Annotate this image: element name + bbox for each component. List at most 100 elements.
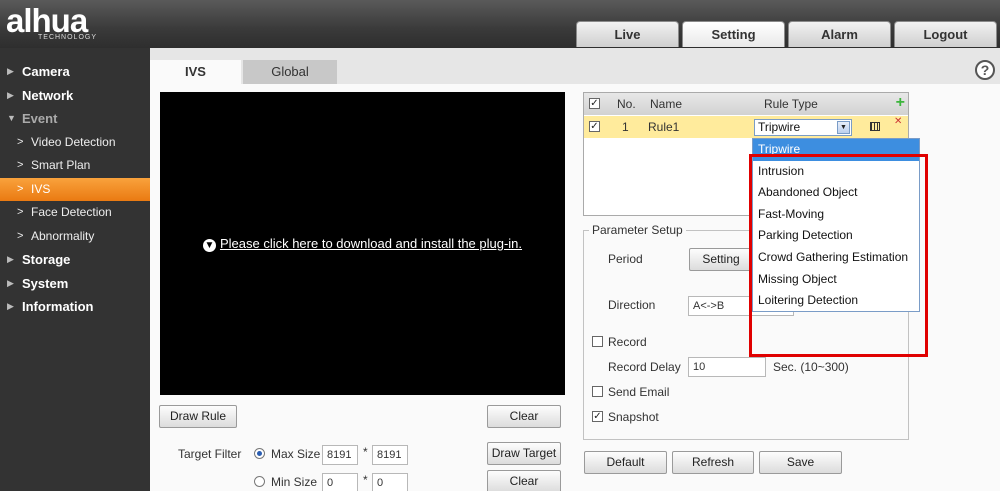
chevron-right-icon: > [17, 206, 24, 218]
min-size-label: Min Size [271, 475, 318, 489]
option-intrusion[interactable]: Intrusion [753, 161, 919, 183]
record-delay-unit: Sec. (10~300) [773, 360, 849, 374]
min-width-input[interactable]: 0 [322, 473, 358, 491]
sidebar-item-label: Face Detection [31, 205, 112, 219]
table-row[interactable]: ✓ 1 Rule1 Tripwire ▼ ✕ [584, 116, 908, 138]
main-content: IVS Global Setup ? ▼Please click here to… [150, 48, 1000, 491]
max-height-input[interactable]: 8191 [372, 445, 408, 465]
record-delay-label: Record Delay [608, 360, 681, 374]
rule-type-dropdown: Tripwire Intrusion Abandoned Object Fast… [752, 138, 920, 312]
tab-ivs[interactable]: IVS [150, 60, 241, 84]
refresh-button[interactable]: Refresh [672, 451, 754, 474]
max-size-radio[interactable] [254, 448, 265, 459]
draw-rule-button[interactable]: Draw Rule [159, 405, 237, 428]
send-email-checkbox[interactable] [592, 386, 603, 397]
sidebar-item-label: Smart Plan [31, 158, 91, 172]
add-rule-icon[interactable]: + [896, 95, 905, 111]
draw-target-button[interactable]: Draw Target [487, 442, 561, 465]
sidebar-item-system[interactable]: ▶ System [0, 272, 150, 296]
chevron-down-icon[interactable]: ▼ [837, 121, 850, 134]
parameter-setup-legend: Parameter Setup [589, 223, 686, 237]
caret-right-icon: ▶ [7, 277, 14, 288]
sidebar-item-information[interactable]: ▶ Information [0, 295, 150, 319]
caret-right-icon: ▶ [7, 301, 14, 311]
caret-down-icon: ▼ [7, 113, 16, 123]
col-name: Name [650, 97, 683, 111]
row-name: Rule1 [648, 120, 680, 134]
sidebar: ▶ Camera ▶ Network ▼ Event > Video Detection… [0, 48, 150, 491]
option-abandoned-object[interactable]: Abandoned Object [753, 182, 919, 204]
sidebar-item-abnormality[interactable]: > Abnormality [0, 225, 150, 249]
plugin-download-link[interactable]: ▼ Please click here to download and insta… [160, 236, 565, 252]
snapshot-label: Snapshot [608, 410, 659, 424]
option-crowd-gathering[interactable]: Crowd Gathering Estimation [753, 247, 919, 269]
select-all-checkbox[interactable]: ✓ [589, 98, 600, 109]
period-label: Period [608, 252, 643, 266]
record-label: Record [608, 335, 647, 349]
download-icon: ▼ [202, 239, 216, 252]
chevron-right-icon: > [17, 229, 24, 242]
rule-type-value: Tripwire [758, 120, 801, 134]
tab-logout[interactable]: Logout [894, 21, 997, 47]
sidebar-item-smart-plan[interactable]: > Smart Plan [0, 154, 150, 178]
caret-right-icon: ▶ [7, 254, 14, 264]
size-separator: * [363, 445, 368, 459]
tab-live[interactable]: Live [576, 21, 679, 47]
target-filter-label: Target Filter [178, 447, 242, 461]
clear-target-button[interactable]: Clear [487, 470, 561, 491]
chevron-right-icon: > [17, 182, 24, 195]
row-no: 1 [622, 120, 629, 134]
sidebar-item-label: System [22, 275, 69, 291]
chevron-right-icon: > [17, 159, 24, 171]
record-checkbox[interactable] [592, 336, 603, 347]
min-size-radio[interactable] [254, 476, 265, 487]
sidebar-item-event[interactable]: ▼ Event [0, 107, 150, 131]
sidebar-item-label: Video Detection [31, 134, 116, 149]
top-tabs: Live Setting Alarm Logout [573, 21, 997, 47]
top-header: alhua TECHNOLOGY Live Setting Alarm Logo… [0, 0, 1000, 48]
brand-tagline: TECHNOLOGY [38, 34, 98, 41]
sidebar-item-label: Abnormality [31, 228, 95, 243]
sidebar-item-face-detection[interactable]: > Face Detection [0, 201, 150, 225]
default-button[interactable]: Default [584, 451, 667, 474]
max-width-input[interactable]: 8191 [322, 445, 358, 465]
period-setting-button[interactable]: Setting [689, 248, 753, 271]
min-height-input[interactable]: 0 [372, 473, 408, 491]
sidebar-item-network[interactable]: ▶ Network [0, 84, 150, 108]
brand-logo: alhua [6, 2, 88, 39]
sidebar-item-camera[interactable]: ▶ Camera [0, 60, 150, 84]
col-rule-type: Rule Type [764, 97, 818, 111]
send-email-label: Send Email [608, 385, 670, 399]
caret-right-icon: ▶ [7, 89, 14, 100]
tab-setting[interactable]: Setting [682, 21, 785, 47]
sidebar-item-label: Information [22, 299, 94, 314]
option-tripwire[interactable]: Tripwire [753, 139, 919, 161]
option-fast-moving[interactable]: Fast-Moving [753, 204, 919, 226]
sidebar-item-video-detection[interactable]: > Video Detection [0, 131, 150, 155]
rule-table-header: ✓ No. Name Rule Type + [584, 93, 908, 115]
col-no: No. [617, 97, 636, 111]
caret-right-icon: ▶ [7, 66, 14, 76]
save-button[interactable]: Save [759, 451, 842, 474]
delete-icon[interactable]: ✕ [894, 116, 902, 127]
sidebar-item-label: Event [22, 111, 58, 126]
option-missing-object[interactable]: Missing Object [753, 269, 919, 291]
video-preview: ▼ Please click here to download and insta… [160, 92, 565, 395]
clear-rule-button[interactable]: Clear [487, 405, 561, 428]
sidebar-item-label: Storage [22, 252, 71, 267]
option-parking-detection[interactable]: Parking Detection [753, 225, 919, 247]
help-icon[interactable]: ? [975, 60, 995, 80]
row-checkbox[interactable]: ✓ [589, 121, 600, 132]
sidebar-item-storage[interactable]: ▶ Storage [0, 248, 150, 272]
ivs-panel: ▼ Please click here to download and insta… [150, 84, 1000, 491]
sidebar-item-label: Camera [22, 64, 70, 79]
option-loitering-detection[interactable]: Loitering Detection [753, 290, 919, 312]
snapshot-checkbox[interactable]: ✓ [592, 411, 603, 422]
sidebar-item-ivs[interactable]: > IVS [0, 177, 150, 201]
draw-grid-icon[interactable] [870, 122, 880, 131]
tab-alarm[interactable]: Alarm [788, 21, 891, 47]
tab-global-setup[interactable]: Global Setup [243, 60, 337, 103]
direction-label: Direction [608, 298, 656, 312]
rule-type-select[interactable]: Tripwire ▼ [754, 119, 852, 136]
record-delay-input[interactable]: 10 [688, 357, 766, 377]
